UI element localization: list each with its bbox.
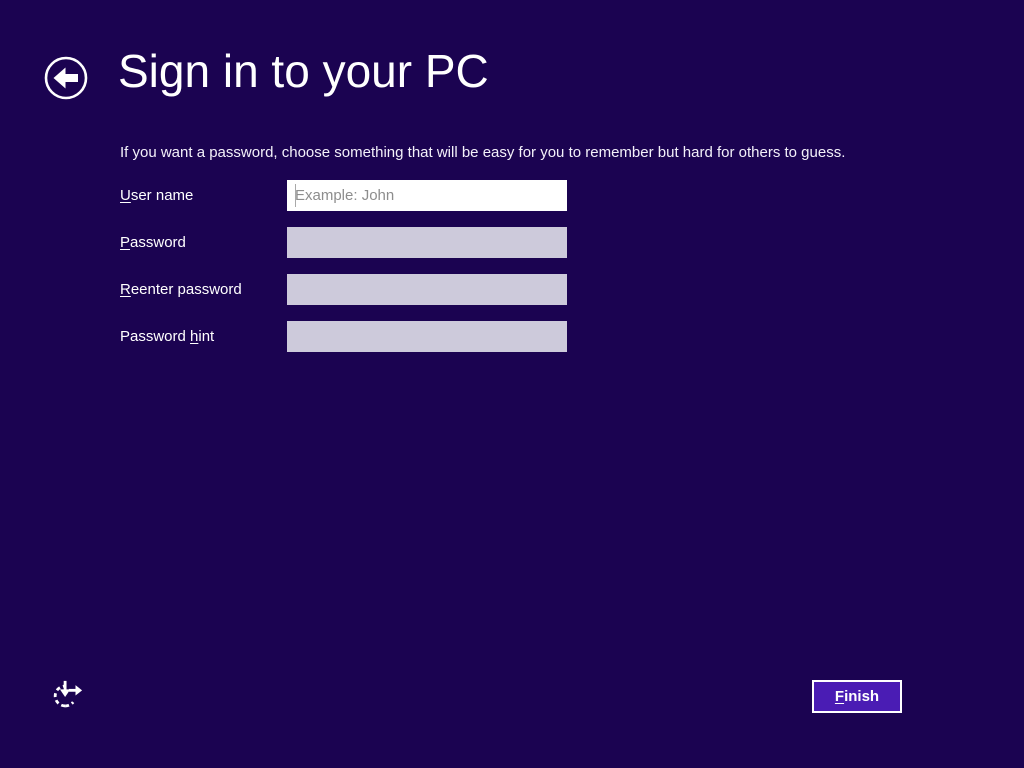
username-input[interactable] xyxy=(287,180,567,211)
back-button[interactable] xyxy=(44,56,88,100)
finish-button-label: Finish xyxy=(834,688,880,705)
ease-of-access-button[interactable] xyxy=(50,679,84,713)
password-hint-label: Password hint xyxy=(120,328,215,345)
oobe-sign-in-screen: Sign in to your PC If you want a passwor… xyxy=(0,0,1024,768)
form-row-reenter-password: Reenter password xyxy=(120,274,567,305)
password-label: Password xyxy=(120,234,186,251)
form-row-password-hint: Password hint xyxy=(120,321,567,352)
reenter-password-label: Reenter password xyxy=(120,281,242,298)
password-input[interactable] xyxy=(287,227,567,258)
reenter-password-input[interactable] xyxy=(287,274,567,305)
form-row-password: Password xyxy=(120,227,567,258)
intro-text: If you want a password, choose something… xyxy=(120,144,846,161)
form-row-username: User name xyxy=(120,180,567,211)
username-label: User name xyxy=(120,187,194,204)
back-arrow-icon xyxy=(44,56,88,100)
page-title: Sign in to your PC xyxy=(118,45,489,97)
sign-in-form: User name Password Reenter password Pass… xyxy=(120,180,567,368)
finish-button[interactable]: Finish xyxy=(812,680,902,713)
password-hint-input[interactable] xyxy=(287,321,567,352)
ease-of-access-icon xyxy=(50,679,84,713)
